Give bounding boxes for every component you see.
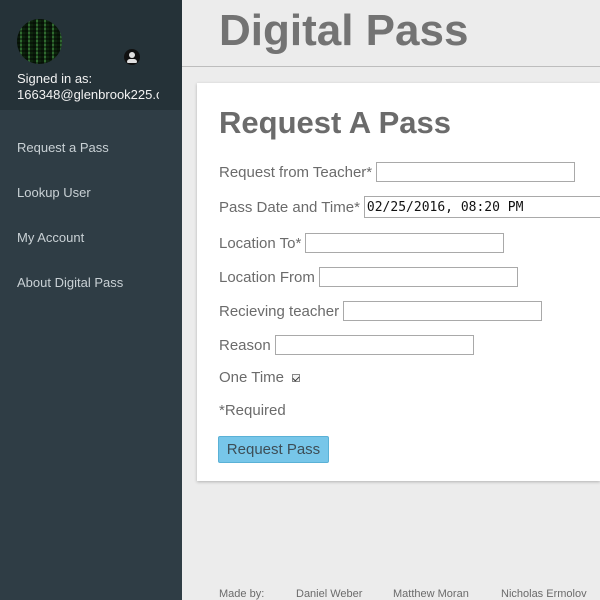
app-title: Digital Pass — [219, 6, 469, 55]
teacher-input[interactable] — [376, 162, 576, 182]
sidebar-item-request-pass[interactable]: Request a Pass — [0, 125, 182, 170]
receiving-teacher-field: Recieving teacher — [219, 301, 543, 321]
top-bar: Digital Pass — [182, 0, 600, 67]
location-to-input[interactable] — [305, 233, 505, 253]
avatar[interactable] — [17, 19, 62, 64]
location-from-input[interactable] — [318, 267, 518, 287]
sidebar-item-lookup-user[interactable]: Lookup User — [0, 170, 182, 215]
reason-field: Reason — [219, 335, 474, 355]
footer-made-by: Made by: — [219, 588, 265, 600]
date-label: Pass Date and Time* — [219, 198, 360, 216]
receiving-teacher-input[interactable] — [343, 301, 543, 321]
sidebar-header: Signed in as: 166348@glenbrook225.org — [0, 0, 182, 110]
signed-in-email: 166348@glenbrook225.org — [17, 87, 159, 102]
reason-label: Reason — [219, 336, 271, 354]
sidebar: Signed in as: 166348@glenbrook225.org Re… — [0, 0, 182, 600]
signed-in-label: Signed in as: — [17, 71, 93, 86]
sidebar-item-about[interactable]: About Digital Pass — [0, 260, 182, 305]
page-title: Request A Pass — [219, 105, 452, 140]
one-time-label: One Time — [219, 369, 285, 386]
location-to-field: Location To* — [219, 233, 505, 253]
date-field: Pass Date and Time* — [219, 196, 600, 218]
footer-author: Nicholas Ermolov — [501, 588, 587, 600]
reason-input[interactable] — [274, 335, 474, 355]
location-from-label: Location From — [219, 268, 315, 286]
one-time-checkbox[interactable] — [292, 373, 301, 382]
date-time-input[interactable] — [363, 196, 600, 218]
footer-author: Daniel Weber — [296, 588, 363, 600]
sidebar-item-my-account[interactable]: My Account — [0, 215, 182, 260]
request-pass-card: Request A Pass Request from Teacher* Pas… — [197, 83, 600, 481]
account-circle-icon[interactable] — [124, 49, 140, 65]
footer-author: Matthew Moran — [393, 588, 469, 600]
location-from-field: Location From — [219, 267, 518, 287]
receiving-teacher-label: Recieving teacher — [219, 302, 340, 320]
request-pass-button[interactable]: Request Pass — [218, 436, 329, 463]
location-to-label: Location To* — [219, 234, 302, 252]
teacher-field: Request from Teacher* — [219, 162, 576, 182]
required-note: *Required — [219, 402, 286, 419]
one-time-field: One Time — [219, 369, 301, 386]
sidebar-nav: Request a Pass Lookup User My Account Ab… — [0, 125, 182, 305]
teacher-label: Request from Teacher* — [219, 163, 373, 181]
